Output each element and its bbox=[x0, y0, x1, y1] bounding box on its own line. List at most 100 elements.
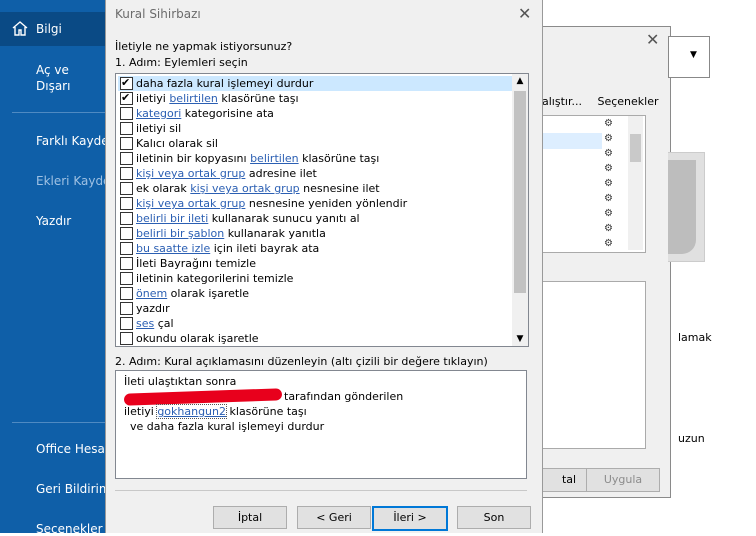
action-item[interactable]: iletiyi sil bbox=[118, 121, 512, 136]
action-item[interactable]: belirli bir şablon kullanarak yanıtla bbox=[118, 226, 512, 241]
action-checkbox[interactable] bbox=[120, 122, 133, 135]
action-item[interactable]: Kalıcı olarak sil bbox=[118, 136, 512, 151]
action-item[interactable]: önem olarak işaretle bbox=[118, 286, 512, 301]
action-item[interactable]: kategori kategorisine ata bbox=[118, 106, 512, 121]
action-item[interactable]: iletinin bir kopyasını belirtilen klasör… bbox=[118, 151, 512, 166]
backstage-item-office-account[interactable]: Office Hesabı bbox=[36, 442, 105, 456]
action-checkbox[interactable] bbox=[120, 272, 133, 285]
action-link[interactable]: kişi veya ortak grup bbox=[136, 167, 245, 180]
cancel-button[interactable]: İptal bbox=[213, 506, 287, 529]
scroll-thumb[interactable] bbox=[514, 91, 526, 293]
action-label: iletiyi belirtilen klasörüne taşı bbox=[136, 91, 299, 106]
action-checkbox[interactable] bbox=[120, 227, 133, 240]
action-checkbox[interactable] bbox=[120, 317, 133, 330]
action-checkbox[interactable] bbox=[120, 197, 133, 210]
description-text: iletiyi bbox=[124, 405, 158, 418]
background-toolbar: alıştır... Seçenekler bbox=[542, 95, 659, 108]
action-label: İleti Bayrağını temizle bbox=[136, 256, 256, 271]
action-item[interactable]: kişi veya ortak grup nesnesine yeniden y… bbox=[118, 196, 512, 211]
options-button[interactable]: Seçenekler bbox=[597, 95, 658, 108]
action-item[interactable]: bu saatte izle için ileti bayrak ata bbox=[118, 241, 512, 256]
action-item[interactable]: İleti Bayrağını temizle bbox=[118, 256, 512, 271]
next-button[interactable]: İleri > bbox=[372, 506, 448, 531]
action-text: için ileti bayrak ata bbox=[210, 242, 320, 255]
backstage-item-feedback[interactable]: Geri Bildirim bbox=[36, 482, 105, 496]
apply-to-folder-combo[interactable] bbox=[668, 36, 710, 78]
action-label: yazdır bbox=[136, 301, 170, 316]
action-checkbox[interactable] bbox=[120, 287, 133, 300]
action-link[interactable]: belirtilen bbox=[169, 92, 218, 105]
actions-list-scrollbar[interactable]: ▲ ▼ bbox=[512, 74, 528, 346]
action-link[interactable]: önem bbox=[136, 287, 167, 300]
action-checkbox[interactable] bbox=[120, 90, 133, 105]
rules-list-selected-row[interactable] bbox=[542, 133, 602, 149]
action-checkbox[interactable] bbox=[120, 242, 133, 255]
side-text-1: lamak bbox=[678, 331, 712, 344]
action-item[interactable]: ek olarak kişi veya ortak grup nesnesine… bbox=[118, 181, 512, 196]
backstage-item-options[interactable]: Seçenekler bbox=[36, 522, 105, 536]
question-label: İletiyle ne yapmak istiyorsunuz? bbox=[115, 40, 293, 53]
backstage-item-print[interactable]: Yazdır bbox=[36, 214, 71, 228]
action-checkbox[interactable] bbox=[120, 212, 133, 225]
decorative-image bbox=[668, 160, 696, 254]
run-rules-button[interactable]: alıştır... bbox=[542, 95, 582, 108]
action-label: bu saatte izle için ileti bayrak ata bbox=[136, 241, 319, 256]
action-checkbox[interactable] bbox=[120, 167, 133, 180]
actions-list[interactable]: daha fazla kural işlemeyi durduriletiyi … bbox=[115, 73, 529, 347]
action-text: İleti Bayrağını temizle bbox=[136, 257, 257, 270]
action-label: iletinin kategorilerini temizle bbox=[136, 271, 293, 286]
action-label: iletiyi sil bbox=[136, 121, 181, 136]
action-item[interactable]: yazdır bbox=[118, 301, 512, 316]
action-text: ek olarak bbox=[136, 182, 191, 195]
close-icon[interactable]: ✕ bbox=[518, 4, 531, 23]
home-icon bbox=[12, 21, 28, 36]
action-checkbox[interactable] bbox=[120, 152, 133, 165]
backstage-item-open-export[interactable]: Aç ve Dışarı Aktar bbox=[36, 62, 105, 96]
action-checkbox[interactable] bbox=[120, 182, 133, 195]
action-item[interactable]: ses çal bbox=[118, 316, 512, 331]
action-text: kullanarak yanıtla bbox=[224, 227, 326, 240]
backstage-item-bilgi[interactable]: Bilgi bbox=[36, 22, 62, 36]
action-label: Kalıcı olarak sil bbox=[136, 136, 218, 151]
action-label: ek olarak kişi veya ortak grup nesnesine… bbox=[136, 181, 380, 196]
action-link[interactable]: kategori bbox=[136, 107, 181, 120]
scroll-up-icon[interactable]: ▲ bbox=[512, 76, 528, 86]
rules-list-scroll-thumb[interactable] bbox=[630, 134, 641, 162]
action-checkbox[interactable] bbox=[120, 75, 133, 90]
action-link[interactable]: belirli bir ileti bbox=[136, 212, 208, 225]
action-item[interactable]: belirli bir ileti kullanarak sunucu yanı… bbox=[118, 211, 512, 226]
action-item[interactable]: kişi veya ortak grup adresine ilet bbox=[118, 166, 512, 181]
description-line: iletiyi gokhangun2 klasörüne taşı bbox=[124, 404, 307, 419]
description-line: ve daha fazla kural işlemeyi durdur bbox=[130, 420, 325, 433]
backstage-divider bbox=[12, 112, 105, 113]
action-item[interactable]: okundu olarak işaretle bbox=[118, 331, 512, 346]
action-item[interactable]: iletiyi belirtilen klasörüne taşı bbox=[118, 90, 512, 106]
action-label: önem olarak işaretle bbox=[136, 286, 249, 301]
action-link[interactable]: kişi veya ortak grup bbox=[190, 182, 299, 195]
action-link[interactable]: belirtilen bbox=[250, 152, 299, 165]
action-item[interactable]: daha fazla kural işlemeyi durdur bbox=[118, 75, 512, 91]
action-label: belirli bir şablon kullanarak yanıtla bbox=[136, 226, 326, 241]
scroll-down-icon[interactable]: ▼ bbox=[512, 334, 528, 344]
action-checkbox[interactable] bbox=[120, 302, 133, 315]
finish-button[interactable]: Son bbox=[457, 506, 531, 529]
action-checkbox[interactable] bbox=[120, 257, 133, 270]
action-checkbox[interactable] bbox=[120, 137, 133, 150]
apply-button[interactable]: Uygula bbox=[586, 468, 660, 492]
close-icon[interactable]: ✕ bbox=[646, 30, 659, 49]
action-link[interactable]: bu saatte izle bbox=[136, 242, 210, 255]
action-link[interactable]: kişi veya ortak grup bbox=[136, 197, 245, 210]
rule-description-box: İleti ulaştıktan sonra tarafından gönder… bbox=[115, 370, 527, 479]
action-checkbox[interactable] bbox=[120, 332, 133, 345]
action-text: klasörüne taşı bbox=[217, 92, 299, 105]
backstage-item-save-as[interactable]: Farklı Kaydet bbox=[36, 134, 105, 148]
action-checkbox[interactable] bbox=[120, 107, 133, 120]
back-button[interactable]: < Geri bbox=[297, 506, 371, 529]
rule-actions-icon: ⚙ ⚙ ⚙ ⚙ ⚙ ⚙ ⚙ ⚙ ⚙ bbox=[604, 118, 613, 249]
action-item[interactable]: iletinin kategorilerini temizle bbox=[118, 271, 512, 286]
folder-link[interactable]: gokhangun2 bbox=[156, 404, 228, 419]
action-link[interactable]: ses bbox=[136, 317, 154, 330]
rule-description-box bbox=[542, 281, 646, 449]
action-link[interactable]: belirli bir şablon bbox=[136, 227, 224, 240]
action-label: belirli bir ileti kullanarak sunucu yanı… bbox=[136, 211, 360, 226]
